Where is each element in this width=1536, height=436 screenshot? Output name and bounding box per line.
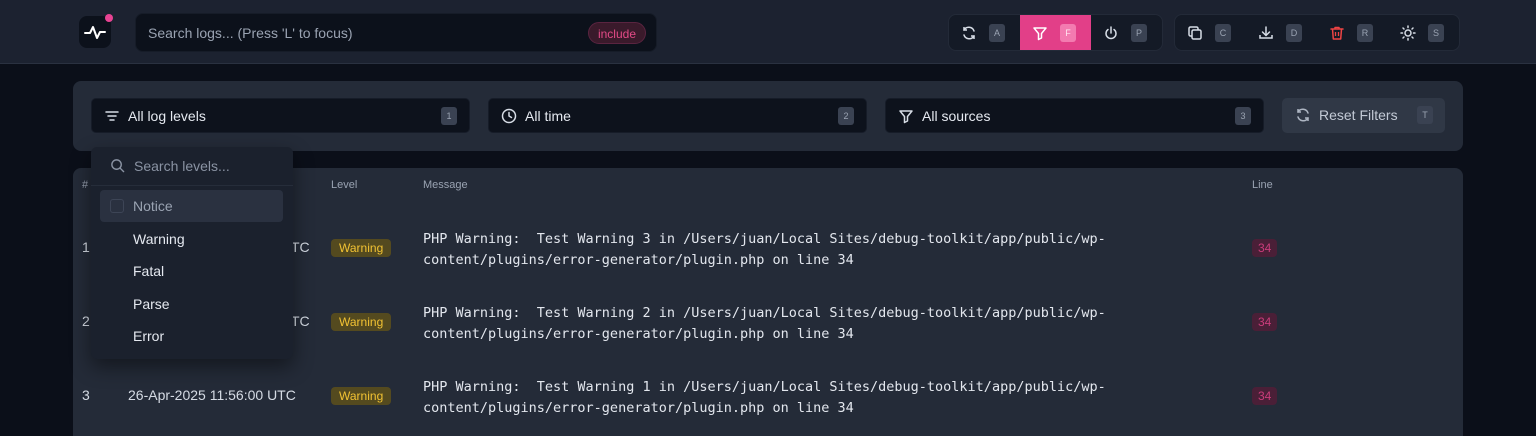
line-badge[interactable]: 34 xyxy=(1252,313,1278,331)
shortcut-key: 2 xyxy=(838,107,854,125)
sun-icon xyxy=(1400,24,1416,41)
theme-toggle-button[interactable]: S xyxy=(1388,15,1459,50)
search-placeholder: Search logs... (Press 'L' to focus) xyxy=(148,25,353,41)
trash-icon xyxy=(1330,26,1344,40)
filter-toggle-button[interactable]: F xyxy=(1020,15,1091,50)
level-badge: Warning xyxy=(331,239,392,257)
table-row[interactable]: 3 26-Apr-2025 11:56:00 UTC Warning PHP W… xyxy=(73,359,1463,433)
reset-filters-button[interactable]: Reset Filters T xyxy=(1282,98,1445,133)
level-option-label: Warning xyxy=(133,231,185,247)
shortcut-key: F xyxy=(1060,23,1076,42)
level-option-warning[interactable]: Warning xyxy=(100,223,283,255)
column-header-num[interactable]: # xyxy=(82,179,88,191)
shortcut-key: D xyxy=(1286,23,1302,42)
log-level-select[interactable]: All log levels 1 xyxy=(91,98,470,133)
shortcut-key: C xyxy=(1215,23,1231,42)
shortcut-key: A xyxy=(989,23,1005,42)
row-message: PHP Warning: Test Warning 3 in /Users/ju… xyxy=(423,231,1106,268)
log-level-dropdown: Search levels... Notice Warning Fatal Pa… xyxy=(91,147,293,359)
row-date: 26-Apr-2025 11:56:00 UTC xyxy=(128,387,296,403)
shortcut-key: 1 xyxy=(441,107,457,125)
level-badge: Warning xyxy=(331,387,392,405)
level-badge: Warning xyxy=(331,313,392,331)
sources-label: All sources xyxy=(922,108,991,124)
level-option-label: Notice xyxy=(133,198,173,214)
row-number: 3 xyxy=(82,387,90,403)
line-badge[interactable]: 34 xyxy=(1252,387,1278,405)
copy-button[interactable]: C xyxy=(1175,15,1246,50)
row-date: TC xyxy=(291,239,310,255)
toolbar-group-actions: C D R S xyxy=(1174,14,1460,51)
refresh-icon xyxy=(963,25,975,40)
time-range-select[interactable]: All time 2 xyxy=(488,98,867,133)
clear-logs-button[interactable]: R xyxy=(1317,15,1388,50)
shortcut-key: S xyxy=(1428,23,1444,42)
pulse-icon xyxy=(84,26,106,39)
level-search-input[interactable]: Search levels... xyxy=(134,158,230,174)
time-range-label: All time xyxy=(525,108,571,124)
level-option-error[interactable]: Error xyxy=(100,320,283,352)
filter-icon xyxy=(1033,26,1047,40)
power-button[interactable]: P xyxy=(1091,15,1162,50)
column-header-line[interactable]: Line xyxy=(1252,179,1273,191)
toolbar-group-primary: A F P xyxy=(948,14,1163,51)
filter-lines-icon xyxy=(105,111,119,121)
notification-dot xyxy=(105,14,113,22)
copy-icon xyxy=(1188,25,1202,40)
filter-icon xyxy=(899,110,913,124)
column-header-level[interactable]: Level xyxy=(331,179,357,191)
level-option-notice[interactable]: Notice xyxy=(100,190,283,222)
search-icon xyxy=(111,159,125,173)
clock-icon xyxy=(501,108,517,124)
row-number: 1 xyxy=(82,239,90,255)
filter-bar: All log levels 1 All time 2 All sources … xyxy=(73,81,1463,151)
row-message: PHP Warning: Test Warning 1 in /Users/ju… xyxy=(423,379,1106,416)
level-option-label: Parse xyxy=(133,296,170,312)
refresh-button[interactable]: A xyxy=(949,15,1020,50)
search-input[interactable]: Search logs... (Press 'L' to focus) incl… xyxy=(135,13,657,52)
shortcut-key: 3 xyxy=(1235,107,1251,125)
divider xyxy=(91,185,293,186)
checkbox[interactable] xyxy=(110,199,124,213)
shortcut-key: T xyxy=(1417,106,1433,124)
level-option-parse[interactable]: Parse xyxy=(100,288,283,320)
level-option-label: Error xyxy=(133,328,165,344)
log-level-label: All log levels xyxy=(128,108,206,124)
row-message: PHP Warning: Test Warning 2 in /Users/ju… xyxy=(423,305,1106,342)
shortcut-key: P xyxy=(1131,23,1147,42)
column-header-message[interactable]: Message xyxy=(423,179,468,191)
download-icon xyxy=(1259,25,1273,39)
level-option-fatal[interactable]: Fatal xyxy=(100,255,283,287)
level-option-label: Fatal xyxy=(133,263,165,279)
reset-filters-label: Reset Filters xyxy=(1319,107,1398,123)
row-number: 2 xyxy=(82,313,90,329)
top-bar: Search logs... (Press 'L' to focus) incl… xyxy=(0,0,1536,64)
shortcut-key: R xyxy=(1357,23,1373,42)
refresh-icon xyxy=(1297,108,1309,122)
app-logo[interactable] xyxy=(79,14,113,48)
sources-select[interactable]: All sources 3 xyxy=(885,98,1264,133)
row-date: TC xyxy=(291,313,310,329)
include-mode-badge[interactable]: include xyxy=(587,22,646,44)
line-badge[interactable]: 34 xyxy=(1252,239,1278,257)
download-button[interactable]: D xyxy=(1246,15,1317,50)
power-icon xyxy=(1105,25,1117,39)
